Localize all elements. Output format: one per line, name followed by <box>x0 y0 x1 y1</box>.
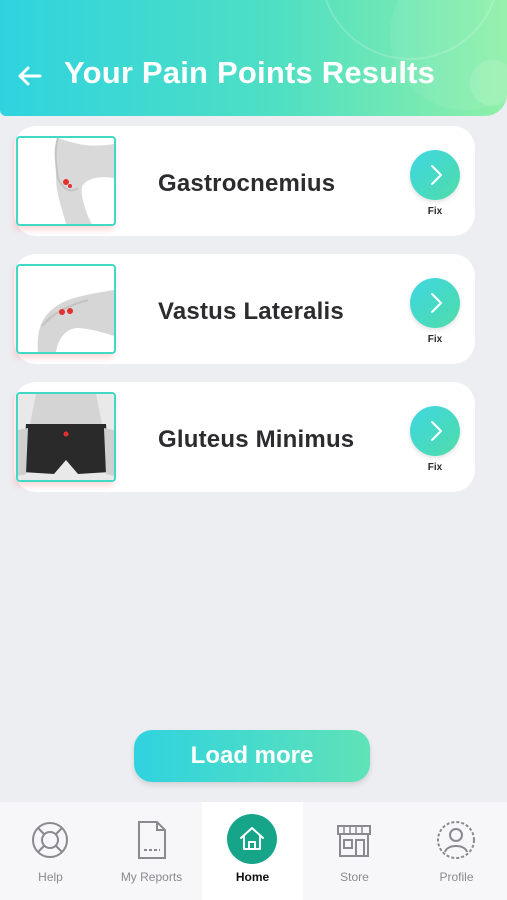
fix-label: Fix <box>427 334 443 345</box>
tab-profile[interactable]: Profile <box>406 802 507 900</box>
home-active-indicator <box>227 814 277 864</box>
fix-button[interactable] <box>410 150 460 200</box>
lifebuoy-icon <box>32 822 68 858</box>
muscle-name: Gluteus Minimus <box>158 426 355 453</box>
fix-label: Fix <box>427 462 443 473</box>
arrow-left-icon[interactable] <box>14 60 46 92</box>
page-title: Your Pain Points Results <box>64 55 436 90</box>
thigh-side-image <box>16 264 116 354</box>
profile-icon <box>437 821 475 859</box>
fix-label: Fix <box>427 206 443 217</box>
load-more-button[interactable]: Load more <box>134 730 370 782</box>
fix-button[interactable] <box>410 406 460 456</box>
hip-image <box>16 392 116 482</box>
bottom-tab-bar: Help My Reports Home Store Profile <box>0 802 507 900</box>
tab-label: Profile <box>439 870 474 884</box>
fix-button[interactable] <box>410 278 460 328</box>
tab-help[interactable]: Help <box>0 802 101 900</box>
pain-point-card[interactable]: Vastus Lateralis Fix <box>14 254 475 364</box>
app-header: Your Pain Points Results <box>0 0 507 116</box>
tab-my-reports[interactable]: My Reports <box>101 802 202 900</box>
chevron-right-icon <box>431 165 442 185</box>
tab-store[interactable]: Store <box>304 802 405 900</box>
muscle-name: Vastus Lateralis <box>158 298 344 325</box>
tab-home[interactable]: Home <box>202 802 303 900</box>
store-icon <box>337 825 371 857</box>
report-icon <box>138 821 166 859</box>
tab-label: My Reports <box>120 870 183 884</box>
home-icon <box>240 827 264 850</box>
pain-point-card[interactable]: Gastrocnemius Fix <box>14 126 475 236</box>
tab-label: Home <box>235 870 270 884</box>
muscle-name: Gastrocnemius <box>158 170 336 197</box>
tab-label: Help <box>38 870 63 884</box>
tab-label: Store <box>340 870 369 884</box>
chevron-right-icon <box>431 293 442 313</box>
chevron-right-icon <box>431 421 442 441</box>
pain-point-card[interactable]: Gluteus Minimus Fix <box>14 382 475 492</box>
knee-back-image <box>16 136 116 226</box>
